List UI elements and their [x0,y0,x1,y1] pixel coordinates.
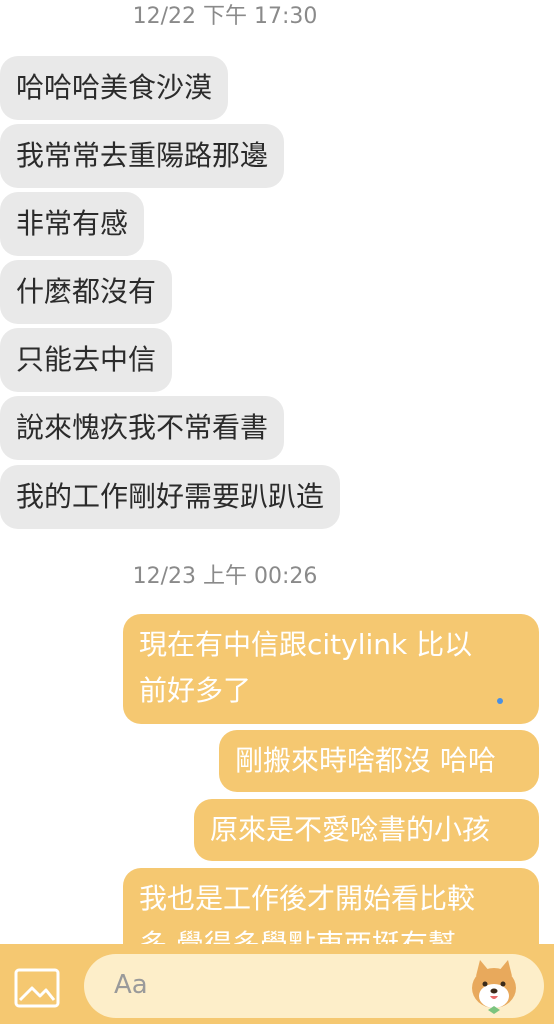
message-input[interactable]: Aa [84,954,544,1018]
incoming-message[interactable]: 我常常去重陽路那邊 [0,124,285,188]
message-line: 前好多了 [139,674,252,707]
composer-bar: Aa [0,944,554,1024]
incoming-message[interactable]: 只能去中信 [0,328,173,392]
image-icon[interactable] [14,968,60,1008]
message-input-placeholder: Aa [114,970,148,1000]
incoming-message[interactable]: 我的工作剛好需要趴趴造 [0,465,341,529]
message-line: 我也是工作後才開始看比較 [139,882,476,915]
outgoing-message[interactable]: 現在有中信跟citylink 比以 前好多了 [123,614,539,724]
incoming-message[interactable]: 說來愧疚我不常看書 [0,396,285,460]
incoming-message[interactable]: 哈哈哈美食沙漠 [0,56,229,120]
timestamp: 12/22 下午 17:30 [132,4,318,29]
timestamp: 12/23 上午 00:26 [132,564,318,589]
read-indicator-dot [497,698,503,704]
outgoing-message[interactable]: 原來是不愛唸書的小孩 [194,799,539,861]
outgoing-message[interactable]: 剛搬來時啥都沒 哈哈 [219,730,539,792]
message-line: 現在有中信跟citylink 比以 [139,628,473,661]
chat-thread: 12/22 下午 17:30 哈哈哈美食沙漠 我常常去重陽路那邊 非常有感 什麼… [0,0,554,1024]
incoming-message[interactable]: 什麼都沒有 [0,260,173,324]
shiba-sticker-icon[interactable] [464,956,524,1016]
incoming-message[interactable]: 非常有感 [0,192,145,256]
